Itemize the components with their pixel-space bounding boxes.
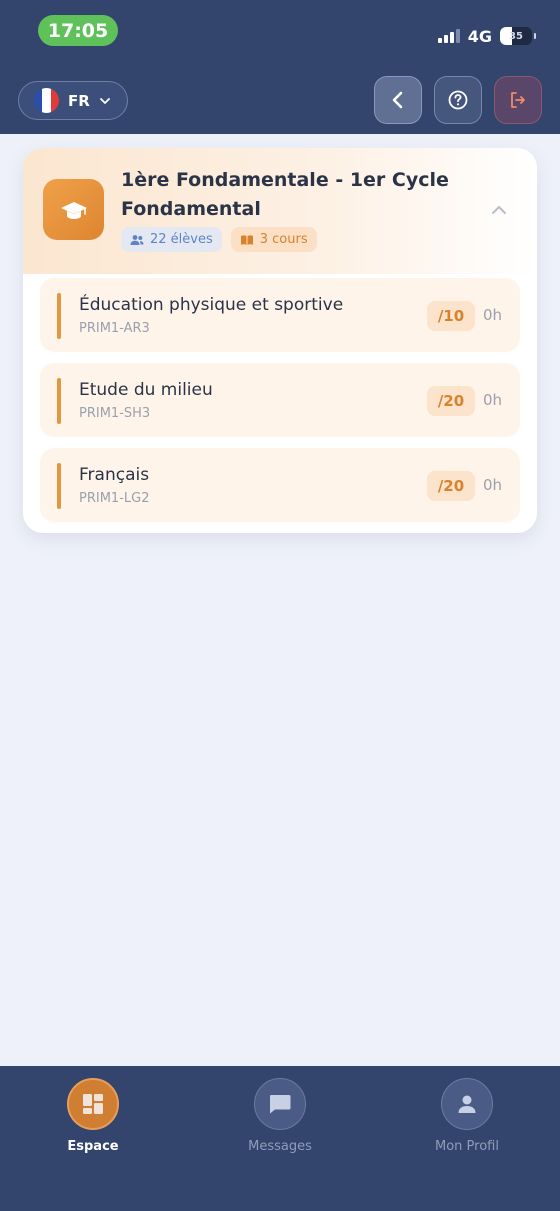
course-code: PRIM1-AR3 — [79, 321, 150, 336]
nav-icon-circle — [254, 1078, 306, 1130]
course-grade-scale: /20 — [427, 471, 475, 501]
course-item[interactable]: Français PRIM1-LG2 /20 0h — [40, 448, 520, 522]
course-item[interactable]: Etude du milieu PRIM1-SH3 /20 0h — [40, 363, 520, 437]
battery-level: 35 — [509, 30, 523, 42]
nav-icon-circle — [441, 1078, 493, 1130]
app-header: 17:05 4G 35 FR — [0, 0, 560, 134]
chevron-left-icon — [392, 91, 403, 109]
nav-tab-profile[interactable]: Mon Profil — [407, 1078, 527, 1154]
course-hours: 0h — [483, 306, 503, 324]
course-hours: 0h — [483, 476, 503, 494]
dashboard-icon — [83, 1094, 103, 1114]
status-indicators: 4G 35 — [437, 22, 536, 50]
course-accent-bar — [57, 293, 61, 339]
course-name: Éducation physique et sportive — [79, 295, 344, 315]
courses-badge: 3 cours — [230, 227, 317, 252]
users-icon — [130, 234, 144, 245]
bottom-navigation: Espace Messages Mon Profil — [0, 1066, 560, 1211]
user-icon — [458, 1095, 476, 1113]
course-hours: 0h — [483, 391, 503, 409]
course-accent-bar — [57, 378, 61, 424]
network-type: 4G — [467, 26, 492, 46]
course-accent-bar — [57, 463, 61, 509]
course-code: PRIM1-LG2 — [79, 491, 150, 506]
class-icon-box — [43, 179, 104, 240]
course-grade-scale: /20 — [427, 386, 475, 416]
class-badges: 22 élèves 3 cours — [121, 227, 317, 252]
signal-icon — [437, 29, 460, 43]
chevron-down-icon — [99, 97, 110, 104]
course-name: Etude du milieu — [79, 380, 213, 400]
course-grade-scale: /10 — [427, 301, 475, 331]
course-name: Français — [79, 465, 150, 485]
message-icon — [270, 1095, 291, 1114]
course-code: PRIM1-SH3 — [79, 406, 151, 421]
chevron-up-icon[interactable] — [489, 200, 509, 220]
help-circle-icon — [448, 90, 468, 110]
book-icon — [240, 234, 253, 245]
france-flag-icon — [34, 88, 59, 113]
class-card-header[interactable]: 1ère Fondamentale - 1er Cycle Fondamenta… — [23, 148, 537, 274]
class-title: 1ère Fondamentale - 1er Cycle Fondamenta… — [121, 169, 449, 220]
language-code: FR — [68, 91, 90, 110]
nav-tab-espace[interactable]: Espace — [33, 1078, 153, 1154]
logout-button[interactable] — [494, 76, 542, 124]
course-item[interactable]: Éducation physique et sportive PRIM1-AR3… — [40, 278, 520, 352]
battery-icon: 35 — [500, 27, 536, 45]
logout-icon — [511, 92, 525, 108]
help-button[interactable] — [434, 76, 482, 124]
courses-count: 3 cours — [259, 232, 308, 247]
status-time: 17:05 — [38, 15, 118, 46]
language-selector[interactable]: FR — [18, 81, 128, 120]
nav-icon-circle — [67, 1078, 119, 1130]
nav-label: Mon Profil — [435, 1139, 499, 1154]
nav-tab-messages[interactable]: Messages — [220, 1078, 340, 1154]
graduation-cap-icon — [60, 201, 87, 219]
class-card: 1ère Fondamentale - 1er Cycle Fondamenta… — [23, 148, 537, 533]
nav-label: Espace — [67, 1139, 119, 1154]
students-badge: 22 élèves — [121, 227, 222, 252]
students-count: 22 élèves — [150, 232, 213, 247]
back-button[interactable] — [374, 76, 422, 124]
nav-label: Messages — [248, 1139, 312, 1154]
